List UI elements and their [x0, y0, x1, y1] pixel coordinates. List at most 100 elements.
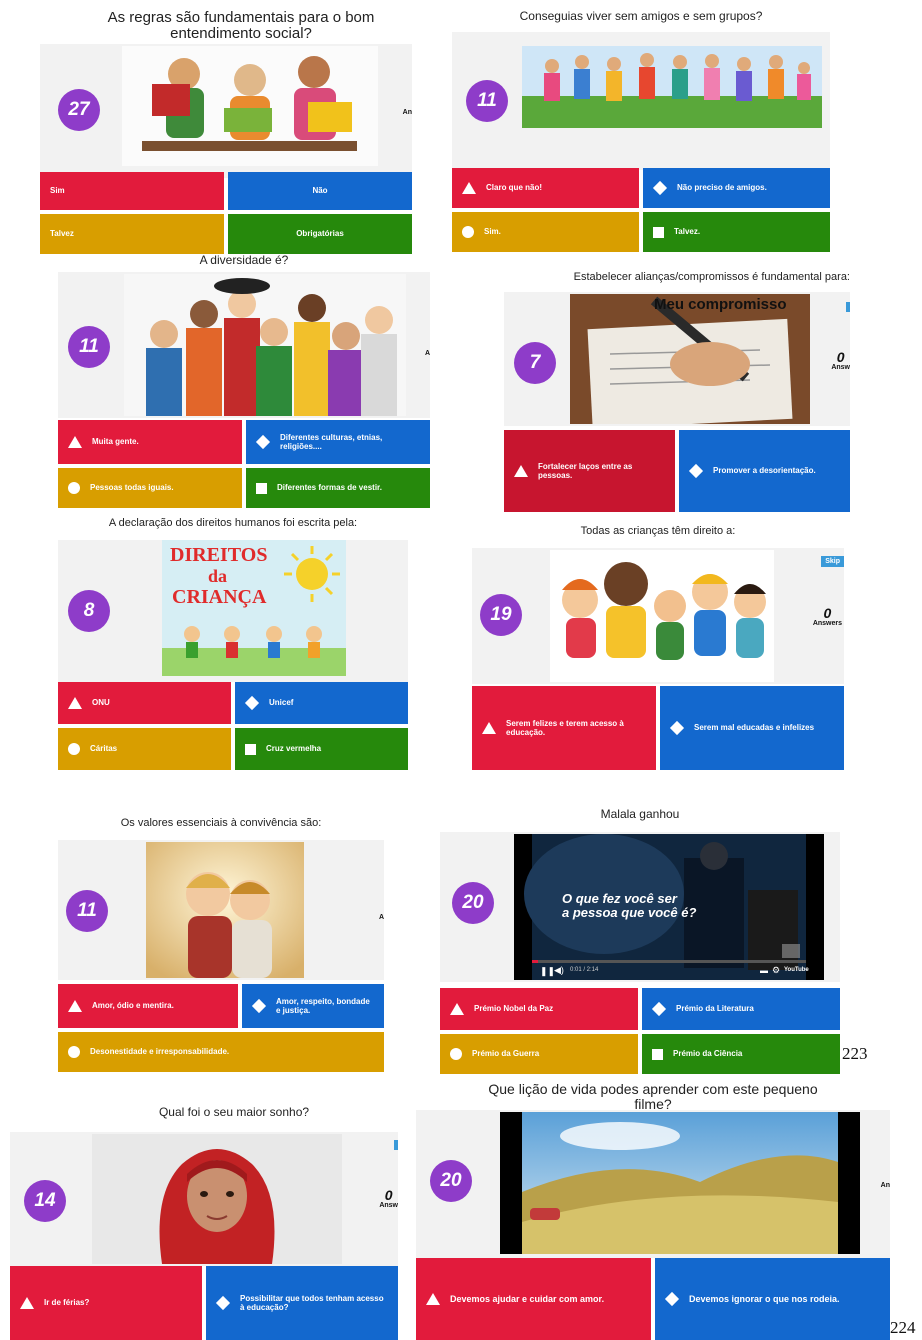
- question-card-commitments: Estabelecer alianças/compromissos é fund…: [504, 271, 850, 512]
- subtitles-icon[interactable]: ▬: [760, 966, 768, 975]
- answer-option-a[interactable]: Muita gente.: [58, 420, 242, 464]
- answer-option-d[interactable]: Diferentes formas de vestir.: [246, 468, 430, 508]
- answer-option-b[interactable]: Não preciso de amigos.: [643, 168, 830, 208]
- answer-grid: Ir de férias? Possibilitar que todos ten…: [10, 1266, 398, 1340]
- answer-option-c[interactable]: Sim.: [452, 212, 639, 252]
- timer-badge: 14: [24, 1180, 66, 1222]
- answer-option-a[interactable]: Amor, ódio e mentira.: [58, 984, 238, 1028]
- diamond-icon: [652, 180, 668, 196]
- question-title: As regras são fundamentais para o bom en…: [107, 9, 375, 42]
- answer-option-a[interactable]: Ir de férias?: [10, 1266, 202, 1340]
- diamond-icon: [669, 720, 685, 736]
- triangle-icon: [68, 1000, 82, 1012]
- diamond-icon: [651, 1001, 667, 1017]
- question-title: Qual foi o seu maior sonho?: [158, 1105, 310, 1119]
- question-card-friends: Conseguias viver sem amigos e sem grupos…: [452, 10, 830, 254]
- timer-badge: 19: [480, 594, 522, 636]
- video-time: 0:01 / 2:14: [570, 967, 599, 973]
- answer-option-b[interactable]: Promover a desorientação.: [679, 430, 850, 512]
- answer-option-b[interactable]: Unicef: [235, 682, 408, 724]
- triangle-icon: [426, 1293, 440, 1305]
- answer-grid: Fortalecer laços entre as pessoas. Promo…: [504, 430, 850, 512]
- answer-option-b[interactable]: Devemos ignorar o que nos rodeia.: [655, 1258, 890, 1340]
- answer-option-d[interactable]: Cruz vermelha: [235, 728, 408, 770]
- question-title: A declaração dos direitos humanos foi es…: [108, 517, 358, 529]
- question-image: [122, 46, 378, 166]
- question-image: [522, 46, 822, 128]
- answer-grid: Amor, ódio e mentira. Amor, respeito, bo…: [58, 984, 384, 1072]
- triangle-icon: [482, 722, 496, 734]
- answer-option-b[interactable]: Amor, respeito, bondade e justiça.: [242, 984, 384, 1028]
- answer-option-d[interactable]: Prémio da Ciência: [642, 1034, 840, 1074]
- triangle-icon: [450, 1003, 464, 1015]
- youtube-logo[interactable]: YouTube: [784, 967, 809, 973]
- question-card-life-lesson: Que lição de vida podes aprender com est…: [416, 1082, 890, 1340]
- diamond-icon: [664, 1291, 680, 1307]
- answer-option-d[interactable]: Obrigatórias: [228, 214, 412, 254]
- answers-counter-cut: An: [880, 1182, 890, 1189]
- skip-button[interactable]: [394, 1140, 398, 1150]
- question-stage: 11 A: [58, 840, 384, 980]
- question-image: [92, 1134, 342, 1264]
- answer-option-b[interactable]: Prémio da Literatura: [642, 988, 840, 1030]
- answer-grid: Serem felizes e terem acesso à educação.…: [472, 686, 844, 770]
- skip-button[interactable]: Skip: [821, 556, 844, 567]
- square-icon: [245, 743, 256, 755]
- question-title: Todas as crianças têm direito a:: [580, 525, 736, 537]
- answer-option-a[interactable]: Sim: [40, 172, 224, 210]
- square-icon: [653, 226, 664, 238]
- play-pause-icon[interactable]: ❚❚: [540, 966, 555, 977]
- answer-option-c[interactable]: Prémio da Guerra: [440, 1034, 638, 1074]
- answer-option-b[interactable]: Diferentes culturas, etnias, religiões..…: [246, 420, 430, 464]
- video-player[interactable]: O que fez você ser a pessoa que você é? …: [514, 834, 824, 980]
- timer-badge: 11: [68, 326, 110, 368]
- page-number: 224: [890, 1318, 916, 1337]
- question-title: A diversidade é?: [199, 253, 289, 267]
- triangle-icon: [68, 697, 82, 709]
- circle-icon: [68, 482, 80, 494]
- timer-badge: 8: [68, 590, 110, 632]
- answer-option-a[interactable]: Devemos ajudar e cuidar com amor.: [416, 1258, 651, 1340]
- question-stage: 11 A: [58, 272, 430, 418]
- page-number: 223: [842, 1044, 868, 1063]
- answer-option-d[interactable]: Talvez.: [643, 212, 830, 252]
- timer-badge: 20: [452, 882, 494, 924]
- video-caption: O que fez você ser a pessoa que você é?: [562, 891, 697, 920]
- timer-badge: 11: [66, 890, 108, 932]
- video-player[interactable]: [500, 1112, 860, 1254]
- skip-button[interactable]: [846, 302, 850, 312]
- answer-option-c[interactable]: Talvez: [40, 214, 224, 254]
- question-title: Conseguias viver sem amigos e sem grupos…: [519, 9, 763, 23]
- diamond-icon: [255, 434, 271, 450]
- answers-counter: 0 Answ: [379, 1187, 398, 1209]
- triangle-icon: [68, 436, 82, 448]
- answer-option-b[interactable]: Serem mal educadas e infelizes: [660, 686, 844, 770]
- question-card-children-rights: Todas as crianças têm direito a: 19 Skip…: [472, 525, 844, 772]
- question-image: [550, 550, 774, 682]
- question-title: Que lição de vida podes aprender com est…: [488, 1081, 818, 1112]
- timer-badge: 27: [58, 89, 100, 131]
- volume-icon[interactable]: ◀): [554, 965, 564, 976]
- answer-option-b[interactable]: Possibilitar que todos tenham acesso à e…: [206, 1266, 398, 1340]
- answer-grid: Devemos ajudar e cuidar com amor. Devemo…: [416, 1258, 890, 1340]
- answer-option-a[interactable]: Fortalecer laços entre as pessoas.: [504, 430, 675, 512]
- answer-option-c[interactable]: Cáritas: [58, 728, 231, 770]
- circle-icon: [462, 226, 474, 238]
- answer-option-a[interactable]: Serem felizes e terem acesso à educação.: [472, 686, 656, 770]
- timer-badge: 20: [430, 1160, 472, 1202]
- answer-option-a[interactable]: ONU: [58, 682, 231, 724]
- circle-icon: [450, 1048, 462, 1060]
- answer-option-a[interactable]: Claro que não!: [452, 168, 639, 208]
- question-stage: 19 Skip 0 Answers: [472, 548, 844, 684]
- answer-option-a[interactable]: Prémio Nobel da Paz: [440, 988, 638, 1030]
- answer-option-c[interactable]: Desonestidade e irresponsabilidade.: [58, 1032, 384, 1072]
- image-text-line-3: CRIANÇA: [172, 586, 267, 608]
- answer-option-c[interactable]: Pessoas todas iguais.: [58, 468, 242, 508]
- question-stage: 7 Meu compromisso 0 Answ: [504, 292, 850, 426]
- circle-icon: [68, 743, 80, 755]
- answers-counter-cut: A: [378, 914, 384, 921]
- question-image: [124, 274, 406, 416]
- diamond-icon: [688, 463, 704, 479]
- answer-option-b[interactable]: Não: [228, 172, 412, 210]
- gear-icon[interactable]: ⚙: [772, 965, 780, 976]
